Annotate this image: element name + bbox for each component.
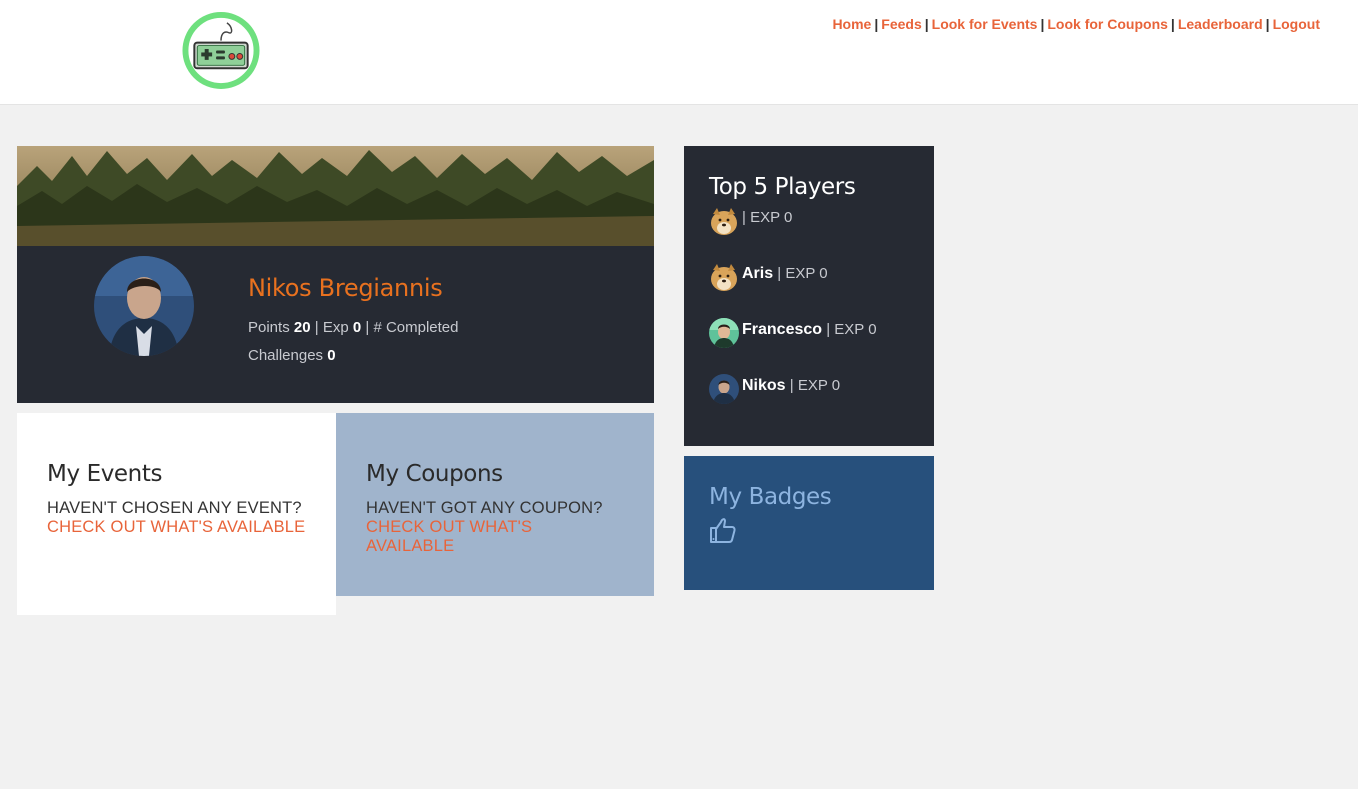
nav-leaderboard-link[interactable]: Leaderboard xyxy=(1178,16,1263,32)
my-coupons-message: Haven't got any coupon? xyxy=(366,499,603,517)
player-exp: | EXP 0 xyxy=(826,321,877,338)
top-players-panel: Top 5 Players | EXP 0 Aris | EXP 0 Franc… xyxy=(684,146,934,446)
my-events-card: My Events Haven't chosen any event? Chec… xyxy=(17,413,336,615)
player-exp: | EXP 0 xyxy=(742,209,793,226)
nav-separator: | xyxy=(874,16,879,32)
profile-card: Nikos Bregiannis Points 20 | Exp 0 | # C… xyxy=(17,146,654,403)
nav-logout-link[interactable]: Logout xyxy=(1273,16,1320,32)
player-row[interactable]: Nikos | EXP 0 xyxy=(709,372,909,428)
gamepad-logo-icon[interactable] xyxy=(181,11,261,90)
nav-separator: | xyxy=(1040,16,1045,32)
points-value: 20 xyxy=(293,319,311,336)
profile-avatar[interactable] xyxy=(94,256,194,356)
coupons-available-link[interactable]: Check out what's available xyxy=(366,518,624,556)
cover-photo xyxy=(17,146,654,246)
exp-value: 0 xyxy=(352,319,362,336)
doge-avatar-icon xyxy=(711,264,737,291)
player-row[interactable]: | EXP 0 xyxy=(709,204,909,260)
my-coupons-card: My Coupons Haven't got any coupon? Check… xyxy=(336,413,654,596)
nav-look-for-coupons-link[interactable]: Look for Coupons xyxy=(1047,16,1168,32)
my-events-title: My Events xyxy=(47,461,163,487)
player-info: Aris | EXP 0 xyxy=(742,262,828,286)
thumbs-up-icon[interactable] xyxy=(709,516,737,544)
nav-look-for-events-link[interactable]: Look for Events xyxy=(932,16,1038,32)
stats-separator: | xyxy=(365,319,370,336)
nav-separator: | xyxy=(1170,16,1175,32)
main-nav: Home | Feeds | Look for Events | Look for Coup… xyxy=(832,16,1320,32)
profile-name: Nikos Bregiannis xyxy=(248,274,443,302)
player-info: Nikos | EXP 0 xyxy=(742,374,840,398)
nav-feeds-link[interactable]: Feeds xyxy=(881,16,921,32)
player-row[interactable]: Aris | EXP 0 xyxy=(709,260,909,316)
events-available-link[interactable]: Check out what's available xyxy=(47,518,306,537)
top-players-title: Top 5 Players xyxy=(709,174,856,200)
my-badges-title: My Badges xyxy=(709,484,832,510)
profile-stats: Points 20 | Exp 0 | # Completed Challeng… xyxy=(248,314,508,370)
nav-separator: | xyxy=(924,16,929,32)
doge-avatar-icon xyxy=(711,208,737,235)
player-info: Francesco | EXP 0 xyxy=(742,318,877,342)
points-label: Points xyxy=(248,319,290,336)
completed-value: 0 xyxy=(327,347,336,364)
nav-home-link[interactable]: Home xyxy=(832,16,871,32)
site-header: Home | Feeds | Look for Events | Look for Coup… xyxy=(0,0,1358,105)
nav-separator: | xyxy=(1265,16,1270,32)
my-coupons-title: My Coupons xyxy=(366,461,503,487)
player-row[interactable]: Francesco | EXP 0 xyxy=(709,316,909,372)
player-name[interactable]: Nikos xyxy=(742,377,786,394)
player-exp: | EXP 0 xyxy=(789,377,841,394)
player-name[interactable]: Francesco xyxy=(742,321,822,338)
player-photo-avatar xyxy=(709,318,739,348)
exp-label: Exp xyxy=(322,319,349,336)
my-events-message: Haven't chosen any event? xyxy=(47,499,302,517)
my-badges-panel: My Badges xyxy=(684,456,934,590)
player-exp: | EXP 0 xyxy=(777,265,828,282)
player-photo-avatar xyxy=(709,374,739,404)
player-name[interactable]: Aris xyxy=(742,265,773,282)
stats-separator: | xyxy=(314,319,319,336)
player-info: | EXP 0 xyxy=(742,206,792,230)
